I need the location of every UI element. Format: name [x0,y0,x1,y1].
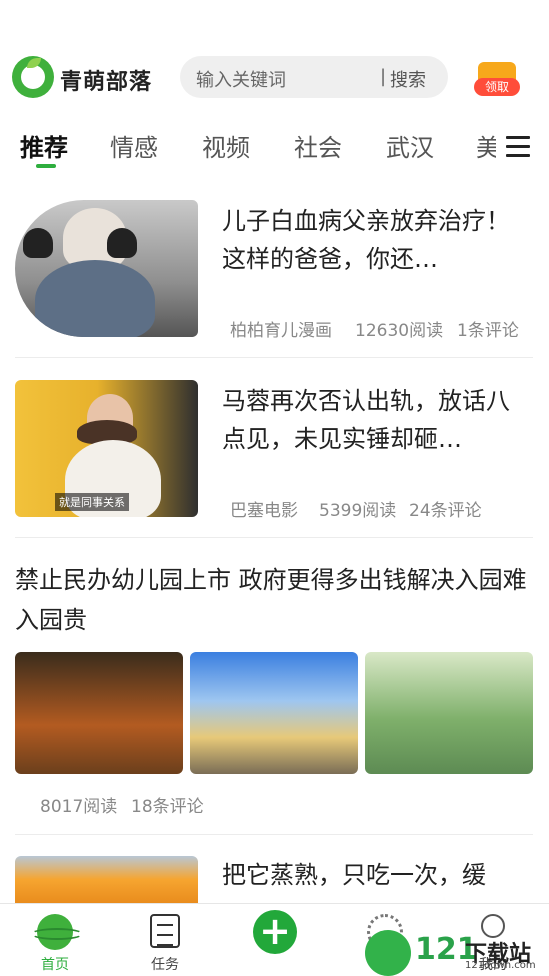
article-read-count: 8017阅读 [40,797,118,817]
tab-recommend[interactable]: 推荐 [20,128,68,163]
article-title[interactable]: 儿子白血病父亲放弃治疗！这样的爸爸，你还… [222,202,527,278]
nav-home[interactable]: 首页 [20,910,90,974]
article-card[interactable]: 就是同事关系 马蓉再次否认出轨，放话八点见，未见实锤却砸… 巴塞电影 5399阅… [15,380,533,521]
article-card[interactable]: 儿子白血病父亲放弃治疗！这样的爸爸，你还… 柏柏育儿漫画 12630阅读 1条评… [15,200,533,341]
tab-more-partial[interactable]: 美 [476,128,496,163]
nav-label: 首页 [41,957,69,973]
article-card[interactable]: 把它蒸熟，只吃一次，缓 [15,856,533,903]
article-thumbnail[interactable] [15,856,198,903]
article-title[interactable]: 禁止民办幼儿园上市 政府更得多出钱解决入园难入园贵 [15,560,533,640]
app-logo-icon [12,56,54,98]
divider [15,834,533,835]
search-input[interactable]: 输入关键词 [196,66,286,92]
article-thumbnail[interactable] [15,200,198,337]
article-comment-count: 24条评论 [409,501,482,521]
search-bar[interactable]: 输入关键词 | 搜索 [180,56,448,98]
search-separator: | [380,66,387,87]
article-comment-count: 18条评论 [131,797,204,817]
article-thumbnail[interactable]: 就是同事关系 [15,380,198,517]
gift-claim-label[interactable]: 领取 [474,78,520,96]
divider [15,537,533,538]
article-image-row[interactable] [15,652,533,774]
article-image[interactable] [190,652,358,774]
site-watermark: 121 下载站 121down.com [365,930,549,976]
tab-video[interactable]: 视频 [202,128,250,163]
app-header: 青萌部落 输入关键词 | 搜索 领取 [0,50,549,106]
watermark-logo-icon [365,930,411,976]
article-source: 柏柏育儿漫画 [230,321,332,341]
article-source: 巴塞电影 [230,501,298,521]
tab-wuhan[interactable]: 武汉 [386,128,434,163]
article-card[interactable]: 禁止民办幼儿园上市 政府更得多出钱解决入园难入园贵 [15,560,533,640]
divider [15,357,533,358]
article-title[interactable]: 把它蒸熟，只吃一次，缓 [222,856,527,894]
planet-icon [31,914,83,950]
search-button[interactable]: 搜索 [390,66,426,92]
app-brand-name: 青萌部落 [60,70,153,95]
article-image[interactable] [365,652,533,774]
active-tab-indicator [36,164,56,168]
nav-tasks[interactable]: 任务 [130,910,200,974]
plus-icon: + [253,910,297,954]
clipboard-icon [150,914,180,948]
tab-emotion[interactable]: 情感 [110,128,158,163]
article-comment-count: 1条评论 [457,321,519,341]
tab-society[interactable]: 社会 [294,128,342,163]
category-tabs: 推荐 情感 视频 社会 武汉 美 [0,118,549,178]
article-read-count: 12630阅读 [355,321,444,341]
article-read-count: 5399阅读 [319,501,397,521]
article-image[interactable] [15,652,183,774]
watermark-url: 121down.com [465,960,536,971]
video-caption: 就是同事关系 [55,493,129,511]
nav-publish[interactable]: + [240,910,310,974]
gift-reward-icon[interactable]: 领取 [472,54,522,100]
article-title[interactable]: 马蓉再次否认出轨，放话八点见，未见实锤却砸… [222,382,527,458]
menu-icon[interactable] [506,136,530,158]
nav-label: 任务 [151,957,179,973]
